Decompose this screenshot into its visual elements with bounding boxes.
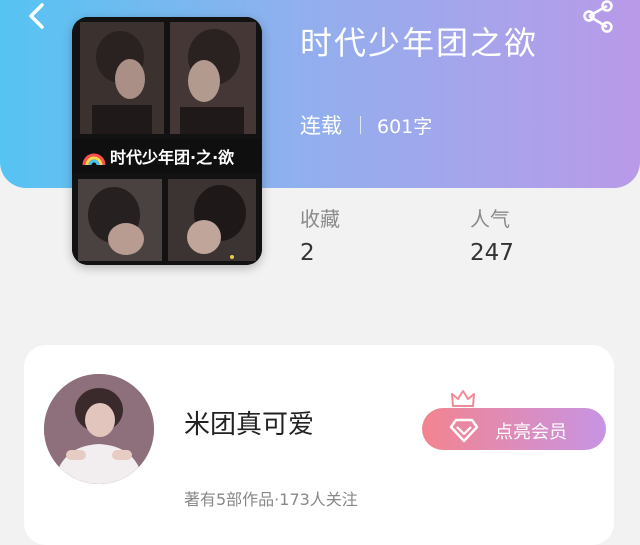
favorites-stat: 收藏 2	[300, 203, 340, 266]
popularity-count: 247	[470, 240, 514, 266]
diamond-icon	[449, 418, 479, 443]
favorites-count: 2	[300, 240, 315, 266]
favorites-label: 收藏	[300, 207, 340, 231]
author-meta: 著有5部作品·173人关注	[184, 490, 358, 509]
popularity-label: 人气	[470, 207, 510, 231]
book-title: 时代少年团之欲	[300, 24, 539, 62]
cover-title-text: 时代少年团·之·欲	[110, 148, 234, 167]
book-cover[interactable]: 时代少年团·之·欲	[72, 17, 262, 265]
author-avatar[interactable]	[44, 374, 154, 484]
membership-button-label: 点亮会员	[495, 422, 567, 443]
book-status-row: 连载 601字	[300, 110, 432, 140]
status-divider	[360, 116, 361, 134]
crown-icon	[451, 390, 475, 407]
share-icon[interactable]	[580, 0, 616, 34]
popularity-stat: 人气 247	[470, 203, 514, 266]
word-count: 601字	[377, 115, 433, 138]
back-icon[interactable]	[22, 2, 52, 32]
serial-status-label: 连载	[300, 114, 342, 138]
author-name[interactable]: 米团真可爱	[184, 404, 314, 441]
